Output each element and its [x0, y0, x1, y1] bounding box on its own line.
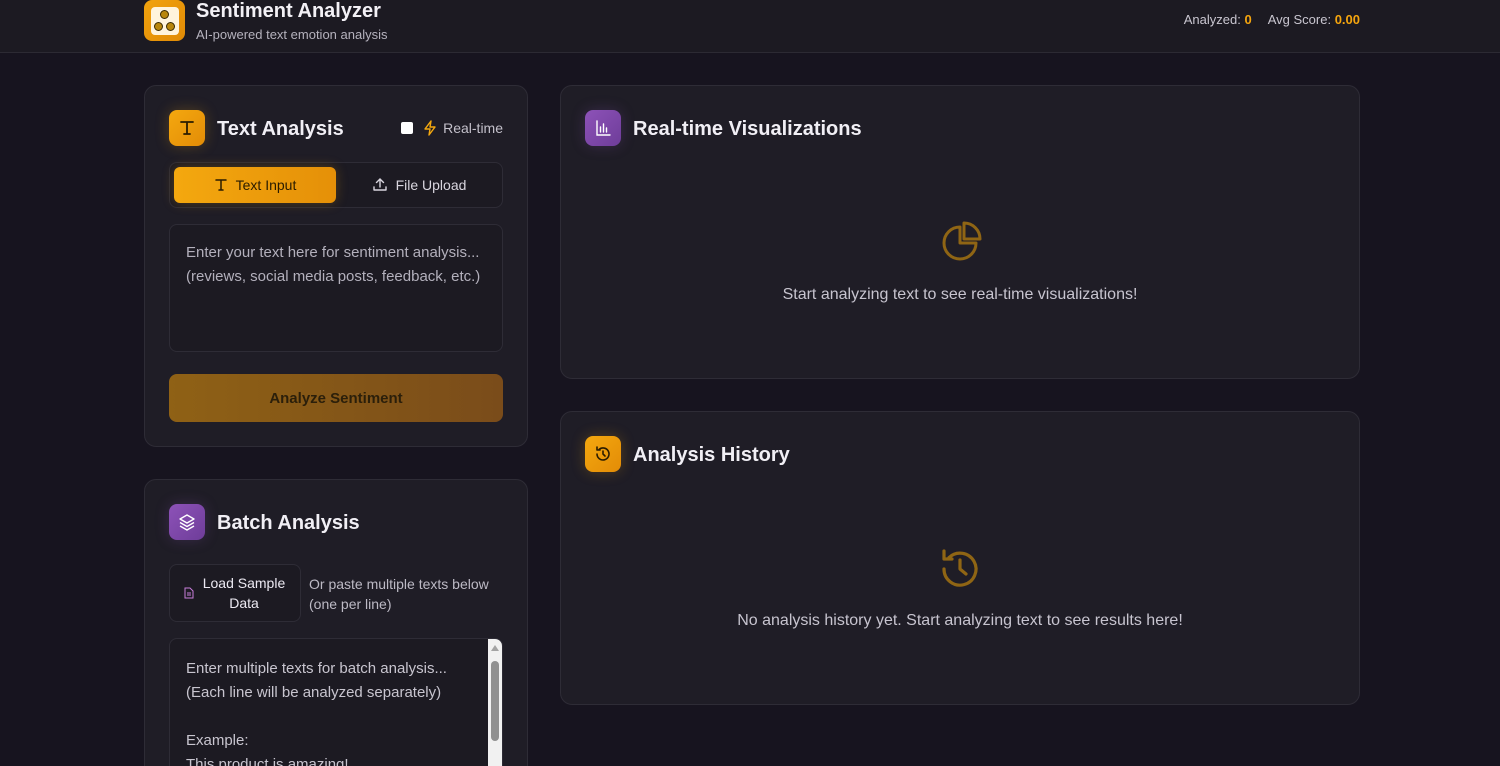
text-analysis-title: Text Analysis [217, 118, 344, 140]
app-logo [144, 0, 185, 41]
batch-analysis-card: Batch Analysis Load Sample Data Or paste… [144, 479, 528, 766]
pie-chart-icon [942, 221, 982, 261]
batch-placeholder-line [186, 705, 486, 729]
batch-analysis-title: Batch Analysis [217, 512, 360, 534]
batch-hint: Or paste multiple texts below (one per l… [309, 576, 489, 612]
tab-file-upload[interactable]: File Upload [338, 167, 500, 203]
load-sample-data-button[interactable]: Load Sample Data [169, 564, 301, 622]
tab-text-input[interactable]: Text Input [174, 167, 336, 203]
history-empty-icon [942, 549, 978, 587]
history-icon [585, 436, 621, 472]
batch-placeholder-line: Example: [186, 732, 249, 749]
text-icon [214, 179, 227, 191]
realtime-toggle[interactable]: Real-time [401, 120, 503, 136]
analyze-sentiment-button[interactable]: Analyze Sentiment [169, 374, 503, 422]
text-icon [169, 110, 205, 146]
upload-icon [372, 178, 387, 191]
visualizations-title: Real-time Visualizations [633, 118, 862, 140]
app-subtitle: AI-powered text emotion analysis [196, 27, 388, 42]
batch-placeholder-line: (Each line will be analyzed separately) [186, 684, 442, 701]
avg-score-stat: Avg Score: 0.00 [1267, 12, 1360, 27]
batch-scrollbar[interactable] [488, 639, 502, 766]
visualizations-empty-message: Start analyzing text to see real-time vi… [782, 286, 1138, 303]
batch-placeholder-line: This product is amazing! [186, 756, 349, 766]
realtime-label: Real-time [443, 120, 503, 136]
analyzed-stat: Analyzed: 0 [1183, 12, 1252, 27]
input-mode-tabs: Text Input File Upload [169, 162, 503, 208]
tab-file-upload-label: File Upload [395, 177, 467, 193]
bar-chart-icon [585, 110, 621, 146]
text-input-field[interactable]: Enter your text here for sentiment analy… [169, 224, 503, 352]
stats-summary: Analyzed: 0 Avg Score: 0.00 [1184, 12, 1360, 27]
app-title: Sentiment Analyzer [196, 0, 381, 22]
app-header: Sentiment Analyzer AI-powered text emoti… [0, 0, 1500, 53]
layers-icon [169, 504, 205, 540]
lightning-icon [424, 120, 436, 136]
scroll-up-icon[interactable] [491, 645, 499, 651]
history-title: Analysis History [633, 444, 790, 466]
logo-emoji-icon [150, 6, 179, 35]
scrollbar-thumb[interactable] [491, 661, 499, 741]
tab-text-input-label: Text Input [235, 177, 297, 193]
realtime-checkbox[interactable] [401, 122, 414, 134]
visualizations-card: Real-time Visualizations Start analyzing… [560, 85, 1360, 379]
load-sample-label: Load Sample Data [202, 575, 286, 611]
text-analysis-card: Text Analysis Real-time Text Input File … [144, 85, 528, 447]
document-icon [184, 587, 194, 599]
history-empty-message: No analysis history yet. Start analyzing… [737, 612, 1183, 629]
history-card: Analysis History No analysis history yet… [560, 411, 1360, 705]
batch-input-field[interactable]: Enter multiple texts for batch analysis.… [169, 638, 503, 766]
batch-placeholder-line: Enter multiple texts for batch analysis.… [186, 660, 447, 677]
